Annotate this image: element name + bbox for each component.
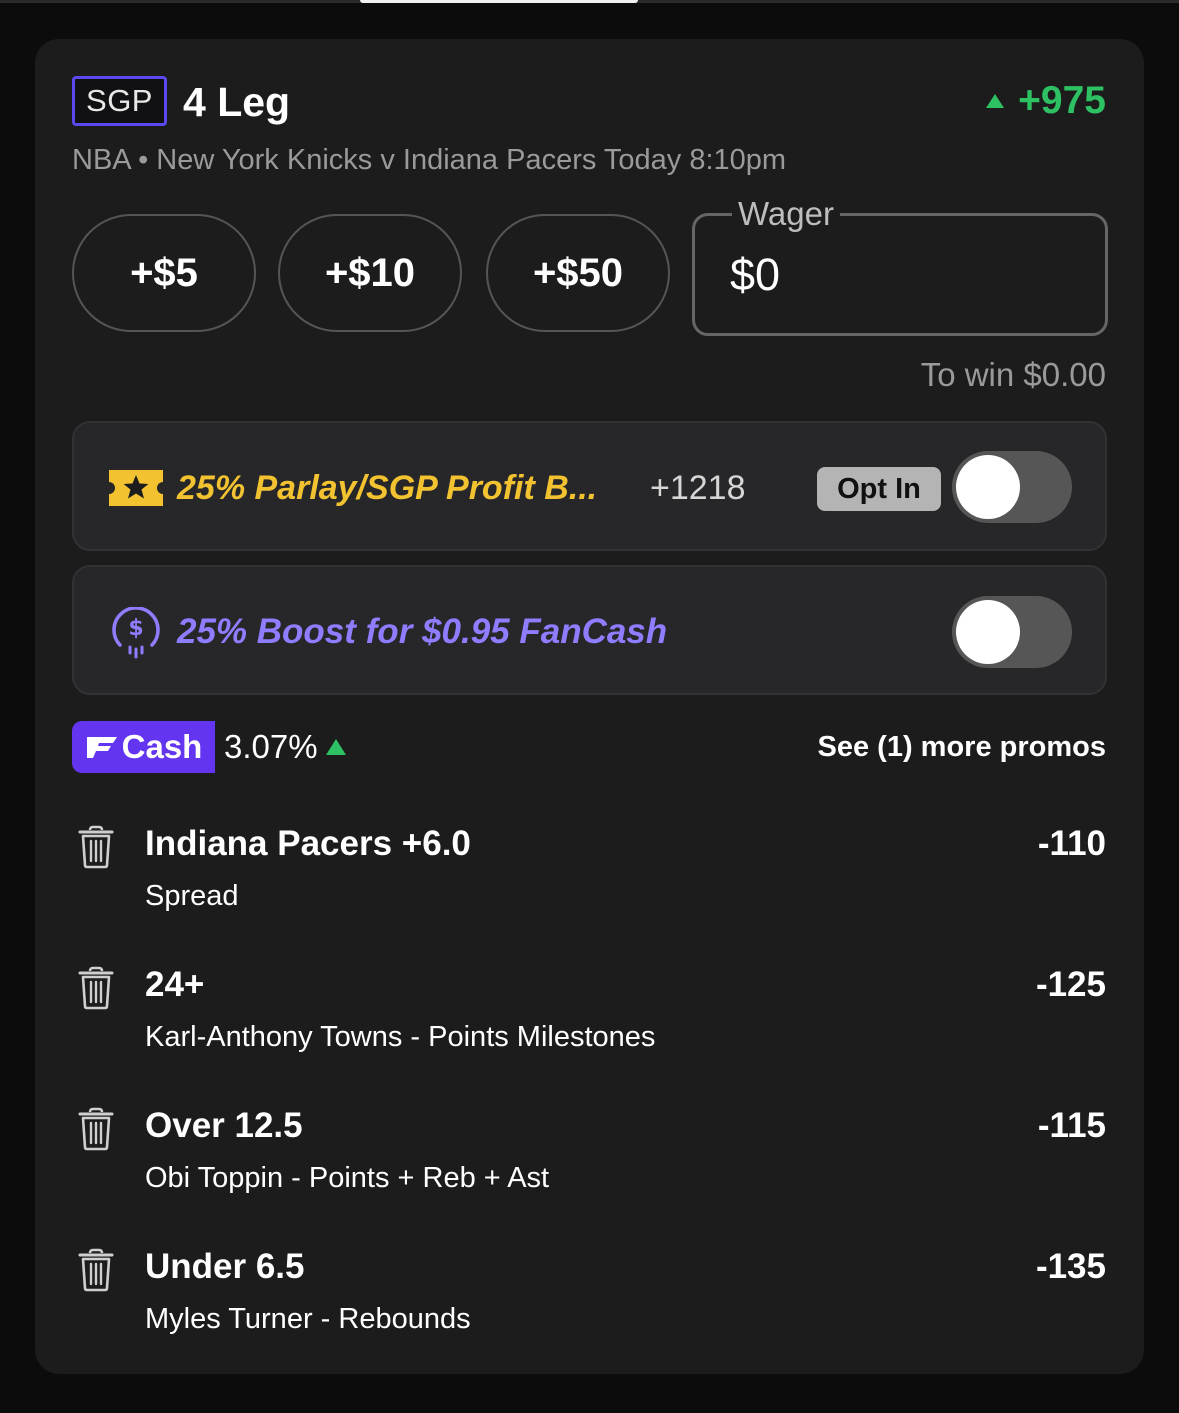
total-odds-value: +975 bbox=[1018, 79, 1106, 122]
leg-title: Over 12.5 bbox=[145, 1106, 303, 1145]
profit-boost-toggle[interactable] bbox=[952, 451, 1072, 523]
percent-up-icon bbox=[325, 739, 346, 755]
fanduel-shield-icon bbox=[86, 737, 117, 758]
wager-label: Wager bbox=[732, 195, 840, 233]
leg-odds: -110 bbox=[1037, 824, 1106, 863]
bet-slip-card: SGP 4 Leg +975 NBA • New York Knicks v I… bbox=[35, 39, 1144, 1374]
stake-50-button[interactable]: +$50 bbox=[486, 214, 670, 332]
odds-up-icon bbox=[986, 94, 1005, 108]
fancash-percent-value: 3.07% bbox=[224, 728, 318, 765]
leg-title: Under 6.5 bbox=[145, 1247, 305, 1286]
promo-fancash-title: 25% Boost for $0.95 FanCash bbox=[177, 612, 668, 651]
fancash-percent: 3.07% bbox=[224, 727, 346, 767]
sgp-badge: SGP bbox=[72, 76, 167, 126]
svg-text:$: $ bbox=[128, 616, 143, 641]
trash-icon[interactable] bbox=[77, 1107, 115, 1151]
promo-profit-boost[interactable]: 25% Parlay/SGP Profit B... +1218 Opt In bbox=[72, 421, 1107, 551]
leg-odds: -135 bbox=[1035, 1247, 1106, 1286]
leg-odds: -115 bbox=[1037, 1106, 1106, 1145]
promo-fancash-boost[interactable]: $ 25% Boost for $0.95 FanCash bbox=[72, 565, 1107, 695]
sheet-handle[interactable] bbox=[360, 0, 638, 3]
trash-icon[interactable] bbox=[77, 966, 115, 1010]
fancash-boost-toggle[interactable] bbox=[952, 596, 1072, 668]
promo-profit-boost-odds: +1218 bbox=[650, 469, 746, 507]
total-odds: +975 bbox=[986, 76, 1106, 126]
opt-in-button[interactable]: Opt In bbox=[817, 467, 941, 511]
star-ticket-icon bbox=[109, 470, 163, 506]
toggle-knob bbox=[956, 455, 1020, 519]
trash-icon[interactable] bbox=[77, 1248, 115, 1292]
leg-title: Indiana Pacers +6.0 bbox=[145, 824, 471, 863]
stake-10-button[interactable]: +$10 bbox=[278, 214, 462, 332]
legs-count-title: 4 Leg bbox=[183, 79, 291, 125]
leg-odds: -125 bbox=[1035, 965, 1106, 1004]
leg-title: 24+ bbox=[145, 965, 205, 1004]
fancash-badge: Cash bbox=[72, 721, 215, 773]
to-win-amount: To win $0.00 bbox=[920, 356, 1106, 393]
event-subtitle: NBA • New York Knicks v Indiana Pacers T… bbox=[72, 144, 787, 176]
leg-subtitle: Myles Turner - Rebounds bbox=[145, 1303, 471, 1335]
see-more-promos-link[interactable]: See (1) more promos bbox=[818, 728, 1106, 766]
toggle-knob bbox=[956, 600, 1020, 664]
fancash-coin-icon: $ bbox=[112, 607, 160, 659]
wager-value[interactable]: $0 bbox=[730, 247, 780, 303]
trash-icon[interactable] bbox=[77, 825, 115, 869]
leg-subtitle: Obi Toppin - Points + Reb + Ast bbox=[145, 1162, 550, 1194]
stake-5-button[interactable]: +$5 bbox=[72, 214, 256, 332]
leg-subtitle: Spread bbox=[145, 880, 239, 912]
fancash-badge-label: Cash bbox=[121, 728, 203, 765]
leg-subtitle: Karl-Anthony Towns - Points Milestones bbox=[145, 1021, 656, 1053]
promo-profit-boost-title: 25% Parlay/SGP Profit B... bbox=[177, 469, 598, 507]
